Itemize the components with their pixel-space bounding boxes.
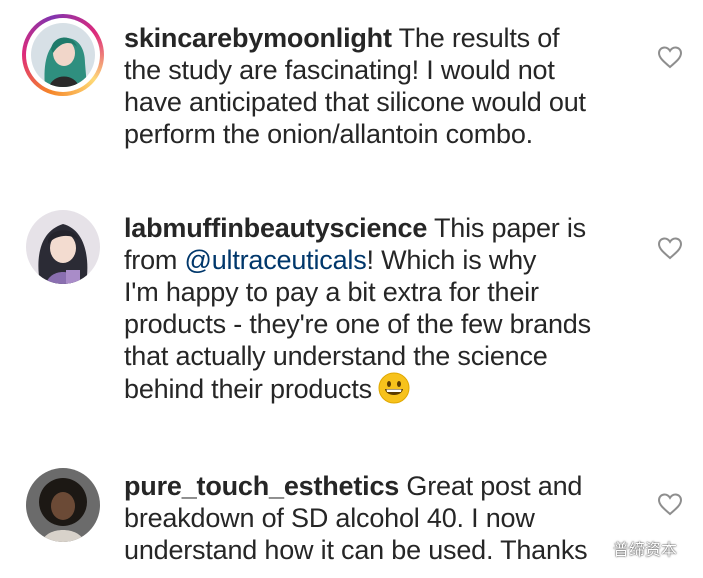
wechat-logo-icon: [585, 538, 607, 557]
avatar-story-ring[interactable]: [22, 14, 104, 96]
comment-username[interactable]: pure_touch_esthetics: [124, 471, 399, 501]
like-button[interactable]: [657, 492, 683, 516]
heart-outline-icon: [657, 237, 683, 260]
mention-link[interactable]: @ultraceuticals: [185, 245, 367, 275]
watermark-text: 普缔资本: [613, 540, 678, 559]
comment-text: labmuffinbeautyscience This paper is fro…: [124, 212, 644, 405]
comment-username[interactable]: labmuffinbeautyscience: [124, 213, 427, 243]
avatar[interactable]: [31, 23, 95, 87]
heart-outline-icon: [657, 46, 683, 69]
avatar[interactable]: [26, 210, 100, 284]
watermark: 普缔资本: [585, 533, 677, 563]
like-button[interactable]: [657, 45, 683, 69]
heart-outline-icon: [657, 493, 683, 516]
like-button[interactable]: [657, 236, 683, 260]
avatar[interactable]: [26, 468, 100, 542]
comment-text: pure_touch_esthetics Great post and brea…: [124, 470, 644, 566]
comment-text: skincarebymoonlight The results of the s…: [124, 22, 644, 150]
comment-username[interactable]: skincarebymoonlight: [124, 23, 392, 53]
grinning-face-emoji: [378, 372, 410, 404]
